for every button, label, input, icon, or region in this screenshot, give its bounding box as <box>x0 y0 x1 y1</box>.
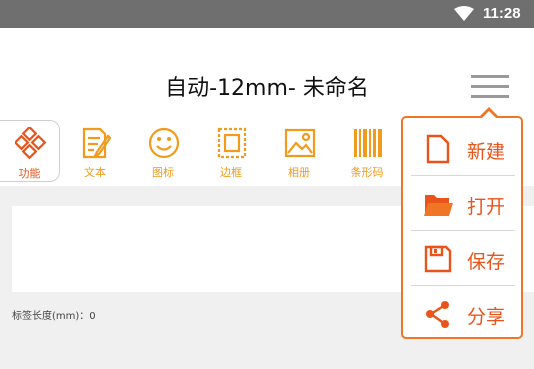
tool-album[interactable]: 相册 <box>269 120 329 182</box>
menu-item-label: 新建 <box>467 141 506 163</box>
menu-divider <box>411 175 515 176</box>
dropdown-menu: 新建 打开 保存 分享 <box>401 107 523 339</box>
open-folder-icon <box>424 195 453 216</box>
photo-album-icon <box>284 128 316 158</box>
share-icon <box>426 301 449 328</box>
save-icon <box>424 245 452 273</box>
menu-item-label: 分享 <box>467 306 506 328</box>
border-frame-icon <box>217 127 247 159</box>
text-edit-icon <box>82 127 112 159</box>
status-time: 11:28 <box>483 5 521 22</box>
tool-label: 相册 <box>288 166 310 179</box>
tool-label: 图标 <box>152 166 174 179</box>
wifi-icon <box>454 6 474 21</box>
menu-item-save[interactable]: 保存 <box>411 232 515 284</box>
status-bar: 11:28 <box>0 0 534 28</box>
dropdown-pointer-inner <box>482 111 496 118</box>
tool-label: 文本 <box>84 166 106 179</box>
hamburger-menu-icon[interactable] <box>471 73 509 101</box>
tool-label: 条形码 <box>350 166 384 179</box>
menu-divider <box>411 285 515 286</box>
new-file-icon <box>426 134 450 164</box>
tool-border[interactable]: 边框 <box>201 120 261 182</box>
tool-barcode[interactable]: 条形码 <box>337 120 397 182</box>
tool-icon[interactable]: 图标 <box>133 120 193 182</box>
menu-item-label: 打开 <box>467 196 506 218</box>
tool-function[interactable]: 功能 <box>0 120 60 182</box>
smiley-icon <box>148 127 180 159</box>
tool-text[interactable]: 文本 <box>65 120 125 182</box>
function-grid-icon <box>15 127 47 160</box>
barcode-icon <box>354 129 382 157</box>
menu-item-new[interactable]: 新建 <box>411 122 515 174</box>
tool-label: 功能 <box>18 167 41 180</box>
menu-item-open[interactable]: 打开 <box>411 177 515 229</box>
page-title: 自动-12mm- 未命名 <box>165 76 369 101</box>
menu-item-label: 保存 <box>467 251 506 273</box>
title-bar: 自动-12mm- 未命名 <box>0 28 534 116</box>
tool-label: 边框 <box>220 166 242 179</box>
menu-divider <box>411 230 515 231</box>
label-length-text: 标签长度(mm)：0 <box>12 311 96 322</box>
menu-item-share[interactable]: 分享 <box>411 287 515 339</box>
